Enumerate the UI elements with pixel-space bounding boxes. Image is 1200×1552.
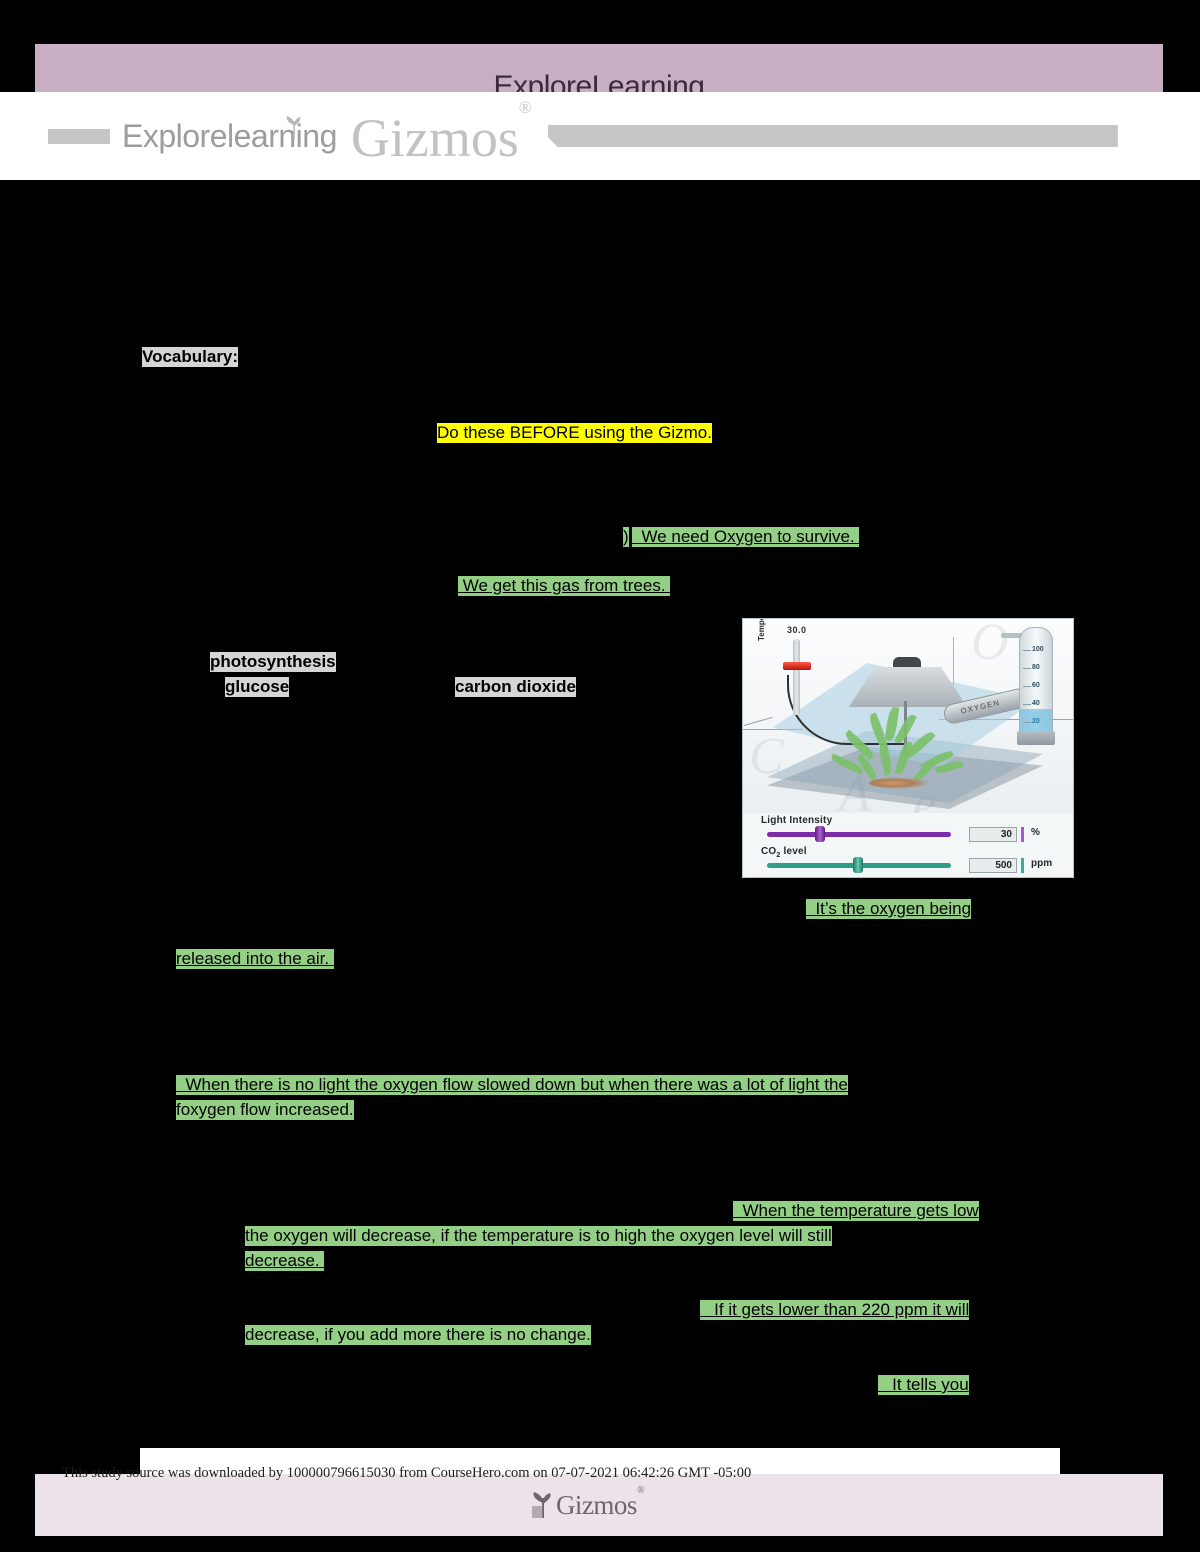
temperature-value: 30.0 xyxy=(787,625,807,635)
gauge-tick-label: 100 xyxy=(1032,646,1044,653)
gizmos-text: Gizmos xyxy=(350,108,519,168)
instruction-before-gizmo: Do these BEFORE using the Gizmo. xyxy=(437,423,712,444)
oxygen-gauge-base xyxy=(1017,731,1055,745)
header-logo-group: Explorelearning Gizmos® xyxy=(48,99,1118,168)
co2-level-caret xyxy=(1021,858,1024,873)
co2-level-unit: ppm xyxy=(1031,858,1053,869)
light-intensity-slider-track[interactable] xyxy=(767,832,951,837)
brand-explore: Explore xyxy=(122,117,228,154)
answer-light-flow-2: foxygen flow increased. xyxy=(176,1100,354,1121)
sprout-icon xyxy=(531,1492,551,1518)
temperature-slider-track[interactable] xyxy=(793,639,800,715)
answer-ppm-1: If it gets lower than 220 ppm it will xyxy=(700,1300,970,1321)
page-header: Explorelearning Gizmos® xyxy=(0,92,1200,180)
light-intensity-value[interactable]: 30 xyxy=(969,827,1017,842)
sprout-icon xyxy=(286,115,301,140)
decorative-bar-left xyxy=(48,128,110,144)
gizmos-wordmark: Gizmos® xyxy=(350,99,532,168)
answer-gas-from-trees: We get this gas from trees. xyxy=(458,576,671,597)
gizmo-control-panel: Light Intensity 30 % CO2 level 500 ppm xyxy=(743,813,1073,877)
watermark-text: O xyxy=(971,618,1009,671)
gauge-tick-label: 80 xyxy=(1032,664,1040,671)
answer-temperature-3: decrease. xyxy=(245,1251,325,1272)
answer-oxygen-survive: We need Oxygen to survive. xyxy=(632,527,860,548)
top-banner: ExploreLearning xyxy=(35,44,1163,92)
temperature-label: Temperature (°C) xyxy=(757,619,766,641)
gizmo-simulation-screenshot[interactable]: C A O e OXYGEN 30.0 100 80 60 40 20 Ligh… xyxy=(742,618,1074,878)
answer-oxygen-released-1: It’s the oxygen being xyxy=(806,899,972,920)
vocab-glucose: glucose xyxy=(225,677,290,698)
footer-logo-text: Gizmos xyxy=(555,1490,638,1520)
light-intensity-slider-knob[interactable] xyxy=(815,826,825,842)
decorative-bar-right xyxy=(547,125,1118,147)
answer-temperature-2: the oxygen will decrease, if the tempera… xyxy=(245,1226,832,1247)
answer-ppm-2: decrease, if you add more there is no ch… xyxy=(245,1325,591,1346)
answer-light-flow-1: When there is no light the oxygen flow s… xyxy=(176,1075,848,1096)
footer-gizmos-logo: Gizmos® xyxy=(0,1485,1200,1521)
temperature-slider-knob[interactable] xyxy=(783,662,811,670)
bench-line xyxy=(743,716,773,727)
co2-level-value[interactable]: 500 xyxy=(969,858,1017,873)
answer-oxygen-survive-prefix: ) xyxy=(623,527,629,548)
light-intensity-unit: % xyxy=(1031,827,1040,838)
oxygen-gauge: 100 80 60 40 20 xyxy=(1019,627,1053,739)
gizmo-stage: C A O e OXYGEN 30.0 100 80 60 40 20 xyxy=(743,618,1073,833)
light-intensity-caret xyxy=(1021,827,1024,842)
tank-gravel xyxy=(869,777,929,789)
coursehero-download-note: This study source was downloaded by 1000… xyxy=(62,1465,752,1481)
vocab-carbon-dioxide: carbon dioxide xyxy=(455,677,576,698)
gauge-tick-label: 60 xyxy=(1032,682,1040,689)
gauge-tick-label: 20 xyxy=(1032,718,1040,725)
co2-level-slider-knob[interactable] xyxy=(853,857,863,873)
light-intensity-label: Light Intensity xyxy=(761,815,833,826)
answer-temperature-1: When the temperature gets low xyxy=(733,1201,979,1222)
answer-it-tells-you: It tells you xyxy=(878,1375,969,1396)
oxygen-probe-label: OXYGEN xyxy=(959,698,1001,716)
answer-oxygen-released-2: released into the air. xyxy=(176,949,334,970)
explorelearning-wordmark: Explorelearning xyxy=(122,115,337,155)
co2-level-label: CO2 level xyxy=(761,846,807,859)
brand-learning: learning xyxy=(227,117,337,154)
gizmos-trademark: ® xyxy=(518,98,532,117)
gauge-tick-label: 40 xyxy=(1032,700,1040,707)
top-banner-brand-text: ExploreLearning xyxy=(493,70,705,92)
footer-logo-trademark: ® xyxy=(636,1485,645,1496)
vocab-photosynthesis: photosynthesis xyxy=(210,652,336,673)
vocabulary-heading: Vocabulary: xyxy=(142,347,239,368)
